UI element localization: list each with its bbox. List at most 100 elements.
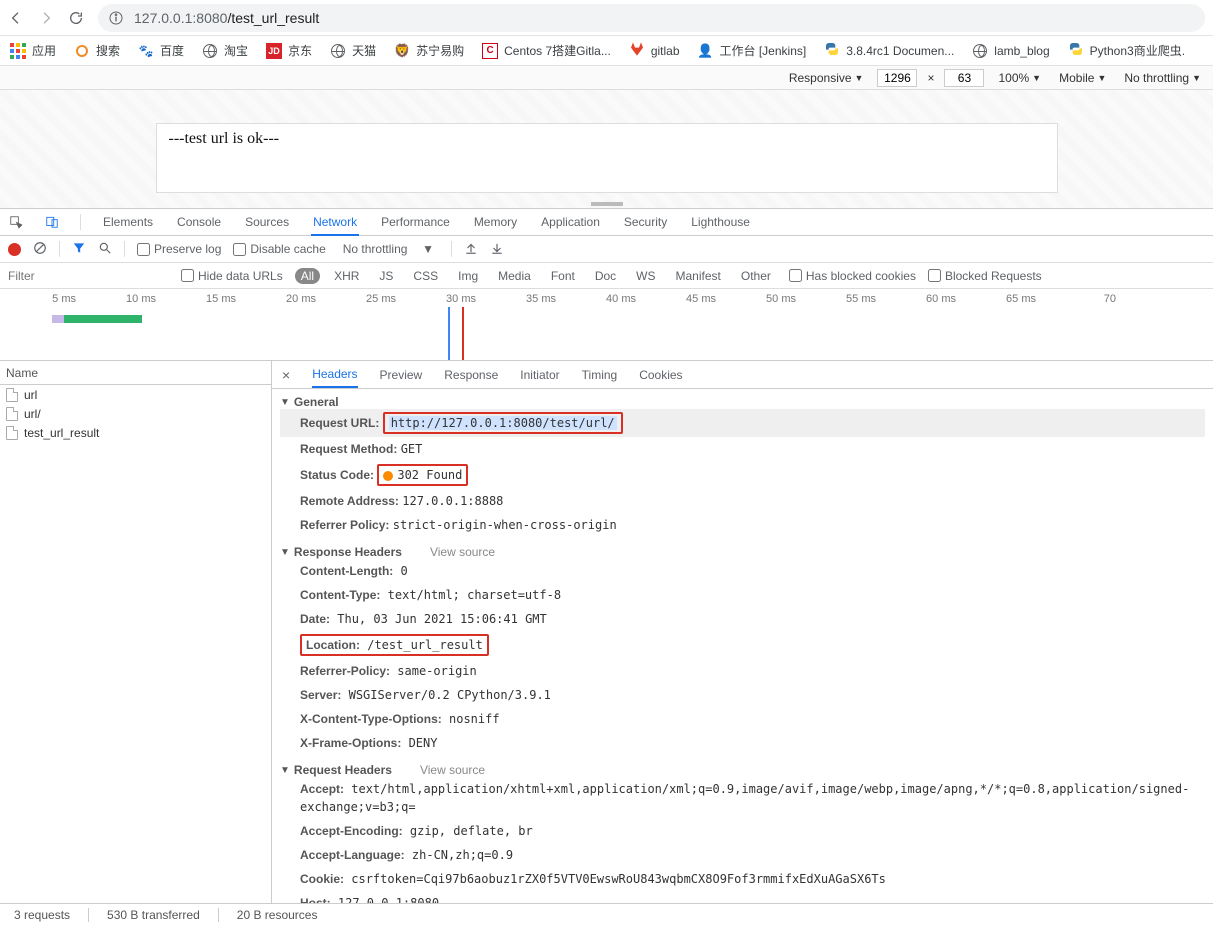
disable-cache-checkbox[interactable]: Disable cache xyxy=(233,242,325,256)
header-key: Accept-Encoding: xyxy=(300,824,403,838)
timeline-tick: 25 ms xyxy=(320,293,400,305)
bookmark-item[interactable]: 3.8.4rc1 Documen... xyxy=(824,43,954,59)
bookmarks-bar: 应用 搜索 🐾百度 淘宝 JD京东 天猫 🦁苏宁易购 CCentos 7搭建Gitla... g… xyxy=(0,36,1213,66)
type-filter-xhr[interactable]: XHR xyxy=(328,268,365,284)
device-mode-select[interactable]: Responsive ▼ xyxy=(785,71,868,85)
type-filter-other[interactable]: Other xyxy=(735,268,777,284)
devtools-tab-memory[interactable]: Memory xyxy=(472,209,519,235)
devtools-drag-handle[interactable] xyxy=(591,202,623,206)
bookmark-icon xyxy=(824,43,840,59)
devtools-tab-elements[interactable]: Elements xyxy=(101,209,155,235)
bookmark-item[interactable]: 天猫 xyxy=(330,42,376,59)
devtools-tab-sources[interactable]: Sources xyxy=(243,209,291,235)
type-filter-js[interactable]: JS xyxy=(373,268,399,284)
detail-tab-headers[interactable]: Headers xyxy=(312,361,357,388)
bookmark-label: lamb_blog xyxy=(994,44,1049,58)
bookmark-item[interactable]: 应用 xyxy=(10,42,56,59)
filter-input[interactable] xyxy=(4,267,169,285)
bookmark-item[interactable]: 搜索 xyxy=(74,42,120,59)
detail-tab-timing[interactable]: Timing xyxy=(582,361,618,388)
devtools-tab-network[interactable]: Network xyxy=(311,210,359,236)
devtools-tab-console[interactable]: Console xyxy=(175,209,223,235)
type-filter-img[interactable]: Img xyxy=(452,268,484,284)
address-bar[interactable]: 127.0.0.1:8080/test_url_result xyxy=(98,4,1205,32)
dim-x: × xyxy=(927,71,934,85)
device-toolbar: Responsive ▼ × 100% ▼ Mobile ▼ No thrott… xyxy=(0,66,1213,90)
document-icon xyxy=(6,388,18,402)
header-row: Location: /test_url_result xyxy=(280,631,1205,659)
devtools-tab-lighthouse[interactable]: Lighthouse xyxy=(689,209,752,235)
blocked-requests-checkbox[interactable]: Blocked Requests xyxy=(928,269,1042,283)
network-throttle-select[interactable]: No throttling ▼ xyxy=(338,240,439,258)
viewport-width-input[interactable] xyxy=(877,69,917,87)
section-response-headers[interactable]: ▼Response HeadersView source xyxy=(280,545,1205,559)
request-row[interactable]: url/ xyxy=(0,404,271,423)
header-row: Date: Thu, 03 Jun 2021 15:06:41 GMT xyxy=(280,607,1205,631)
forward-button[interactable] xyxy=(38,10,54,26)
bookmark-item[interactable]: gitlab xyxy=(629,43,680,59)
request-row[interactable]: url xyxy=(0,385,271,404)
bookmark-item[interactable]: Python3商业爬虫. xyxy=(1068,42,1185,59)
type-filter-media[interactable]: Media xyxy=(492,268,537,284)
view-source-link[interactable]: View source xyxy=(420,763,485,777)
bookmark-item[interactable]: JD京东 xyxy=(266,42,312,59)
request-list-header[interactable]: Name xyxy=(0,361,271,385)
type-filter-manifest[interactable]: Manifest xyxy=(670,268,727,284)
header-value: gzip, deflate, br xyxy=(403,824,533,838)
record-button[interactable] xyxy=(8,243,21,256)
search-icon[interactable] xyxy=(98,241,112,258)
domcontentloaded-line xyxy=(448,307,450,360)
reload-button[interactable] xyxy=(68,10,84,26)
device-throttle-select[interactable]: No throttling ▼ xyxy=(1120,71,1205,85)
hide-data-urls-checkbox[interactable]: Hide data URLs xyxy=(181,269,283,283)
network-timeline[interactable]: 5 ms10 ms15 ms20 ms25 ms30 ms35 ms40 ms4… xyxy=(0,289,1213,361)
type-filter-css[interactable]: CSS xyxy=(407,268,444,284)
clear-button[interactable] xyxy=(33,241,47,258)
status-resources: 20 B resources xyxy=(231,908,324,922)
request-name: test_url_result xyxy=(24,426,99,440)
status-requests: 3 requests xyxy=(8,908,76,922)
filter-toggle-icon[interactable] xyxy=(72,241,86,258)
bookmark-icon: 👤 xyxy=(698,43,714,59)
type-filter-doc[interactable]: Doc xyxy=(589,268,622,284)
site-info-icon[interactable] xyxy=(108,10,124,26)
timeline-tick: 5 ms xyxy=(0,293,80,305)
bookmark-icon: 🐾 xyxy=(138,43,154,59)
zoom-select[interactable]: 100% ▼ xyxy=(994,71,1045,85)
upload-har-icon[interactable] xyxy=(464,241,478,258)
devtools-tab-performance[interactable]: Performance xyxy=(379,209,452,235)
bookmark-item[interactable]: 👤工作台 [Jenkins] xyxy=(698,42,807,59)
type-filter-all[interactable]: All xyxy=(295,268,320,284)
close-details-icon[interactable]: × xyxy=(282,367,290,383)
timeline-tick: 20 ms xyxy=(240,293,320,305)
device-type-select[interactable]: Mobile ▼ xyxy=(1055,71,1110,85)
detail-tab-initiator[interactable]: Initiator xyxy=(520,361,559,388)
download-har-icon[interactable] xyxy=(490,241,504,258)
bookmark-item[interactable]: lamb_blog xyxy=(972,43,1049,59)
viewport-height-input[interactable] xyxy=(944,69,984,87)
type-filter-ws[interactable]: WS xyxy=(630,268,661,284)
devtools-tab-security[interactable]: Security xyxy=(622,209,669,235)
devtools-tab-application[interactable]: Application xyxy=(539,209,602,235)
preserve-log-checkbox[interactable]: Preserve log xyxy=(137,242,221,256)
section-general[interactable]: ▼General xyxy=(280,395,1205,409)
detail-tab-response[interactable]: Response xyxy=(444,361,498,388)
type-filter-font[interactable]: Font xyxy=(545,268,581,284)
inspect-element-icon[interactable] xyxy=(8,214,24,230)
section-request-headers[interactable]: ▼Request HeadersView source xyxy=(280,763,1205,777)
header-key: Date: xyxy=(300,612,330,626)
bookmark-item[interactable]: 🦁苏宁易购 xyxy=(394,42,464,59)
request-row[interactable]: test_url_result xyxy=(0,423,271,442)
bookmark-item[interactable]: 淘宝 xyxy=(202,42,248,59)
back-button[interactable] xyxy=(8,10,24,26)
view-source-link[interactable]: View source xyxy=(430,545,495,559)
bookmark-item[interactable]: 🐾百度 xyxy=(138,42,184,59)
device-toggle-icon[interactable] xyxy=(44,214,60,230)
url-text: 127.0.0.1:8080/test_url_result xyxy=(134,10,319,26)
detail-tab-preview[interactable]: Preview xyxy=(380,361,423,388)
detail-tab-cookies[interactable]: Cookies xyxy=(639,361,682,388)
bookmark-item[interactable]: CCentos 7搭建Gitla... xyxy=(482,42,611,59)
bookmark-label: 天猫 xyxy=(352,42,376,59)
has-blocked-cookies-checkbox[interactable]: Has blocked cookies xyxy=(789,269,916,283)
header-row: Accept-Encoding: gzip, deflate, br xyxy=(280,819,1205,843)
